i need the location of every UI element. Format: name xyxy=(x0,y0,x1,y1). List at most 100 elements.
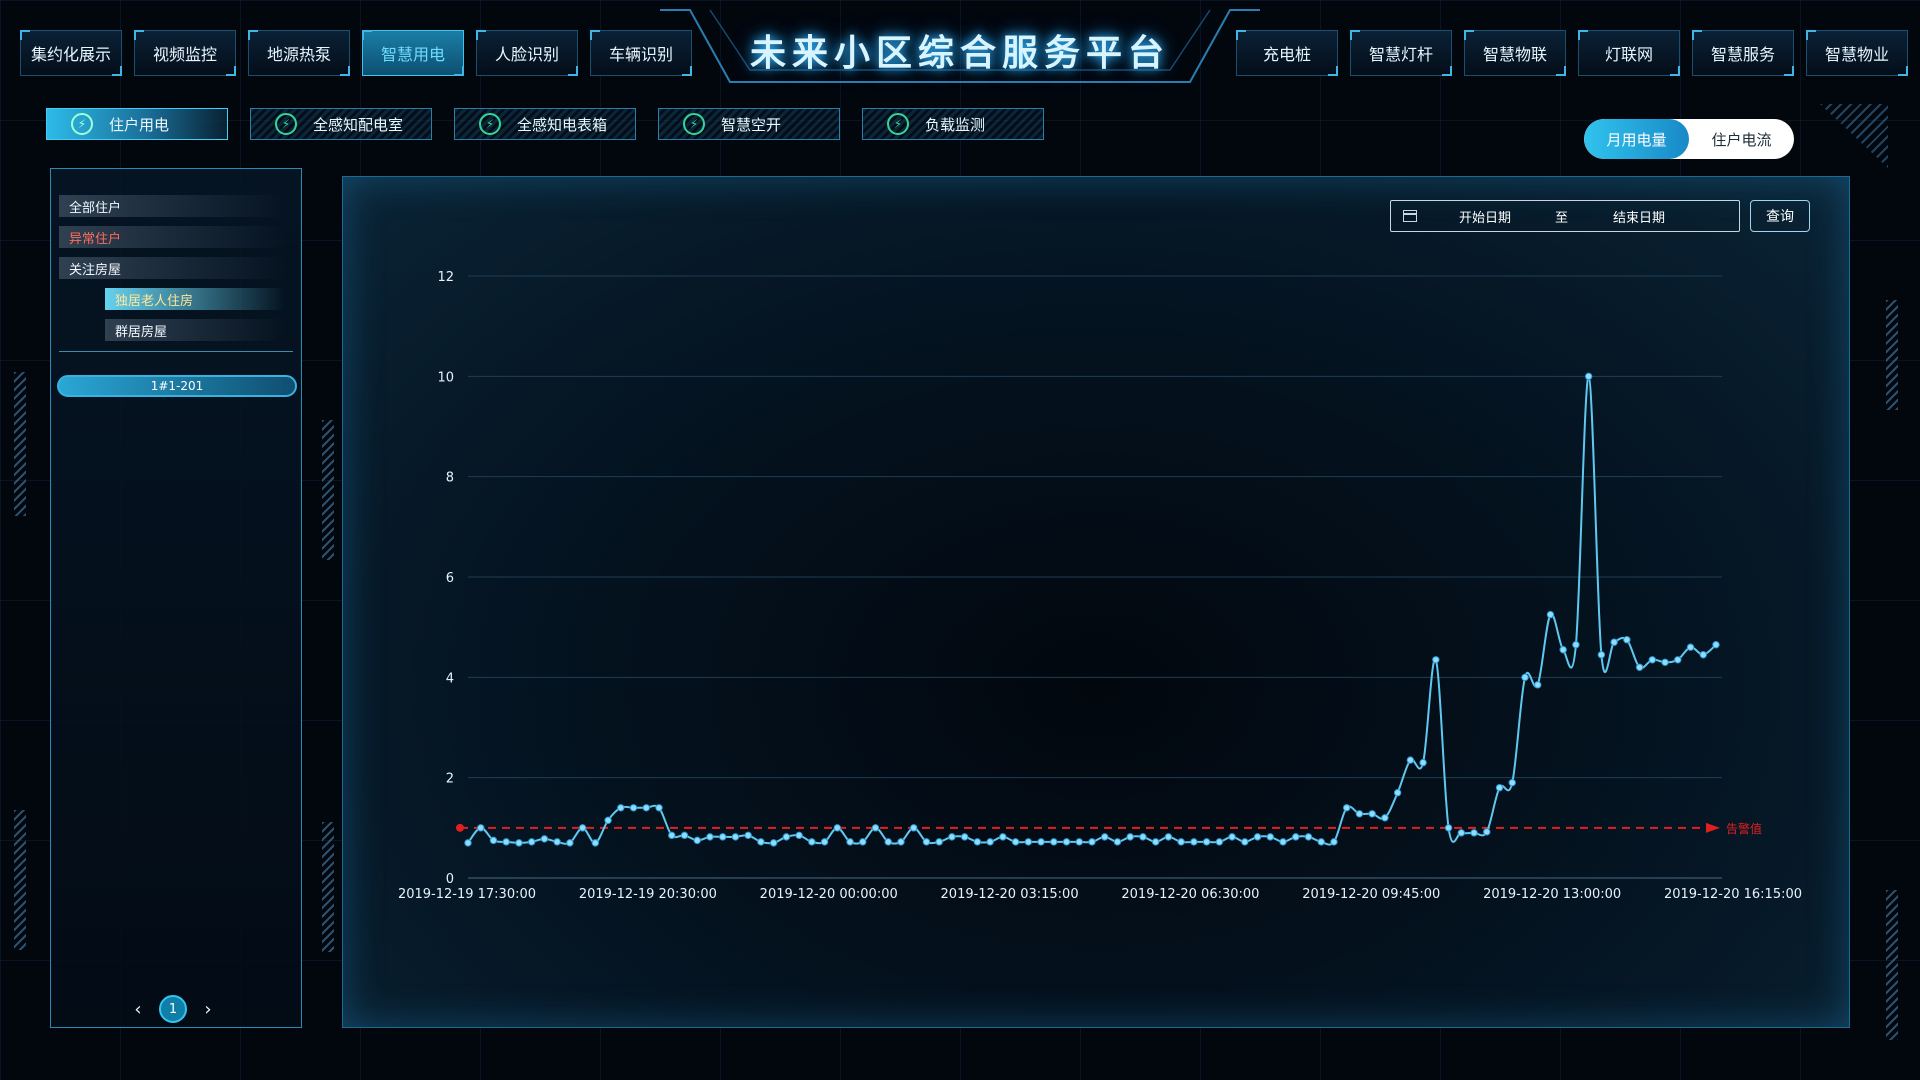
data-point[interactable] xyxy=(718,833,727,841)
data-point[interactable] xyxy=(1062,838,1071,846)
data-point[interactable] xyxy=(1432,656,1440,664)
data-point[interactable] xyxy=(1368,810,1376,818)
data-point[interactable] xyxy=(960,833,969,841)
data-point[interactable] xyxy=(1241,838,1249,846)
data-point[interactable] xyxy=(1342,804,1351,812)
date-range-picker[interactable]: 开始日期 至 结束日期 xyxy=(1390,200,1740,232)
data-point[interactable] xyxy=(922,838,931,846)
data-point[interactable] xyxy=(527,838,536,846)
data-point[interactable] xyxy=(808,838,816,846)
end-date-input[interactable]: 结束日期 xyxy=(1613,207,1665,226)
data-point[interactable] xyxy=(591,839,600,847)
data-point[interactable] xyxy=(515,839,523,847)
data-point[interactable] xyxy=(1483,828,1491,836)
data-point[interactable] xyxy=(973,838,982,846)
data-point[interactable] xyxy=(566,839,574,847)
data-point[interactable] xyxy=(1113,838,1122,846)
data-point[interactable] xyxy=(744,831,752,840)
data-point[interactable] xyxy=(668,831,676,840)
data-point[interactable] xyxy=(910,824,918,832)
data-point[interactable] xyxy=(540,835,549,843)
data-point[interactable] xyxy=(884,838,892,846)
data-point[interactable] xyxy=(935,838,943,846)
data-point[interactable] xyxy=(1228,833,1236,841)
data-point[interactable] xyxy=(1444,824,1453,832)
data-point[interactable] xyxy=(1101,833,1109,841)
data-point[interactable] xyxy=(1508,778,1516,787)
data-point[interactable] xyxy=(1546,610,1555,619)
data-point[interactable] xyxy=(502,838,510,846)
data-point[interactable] xyxy=(1317,838,1325,846)
data-point[interactable] xyxy=(757,838,765,846)
data-point[interactable] xyxy=(1381,814,1389,822)
data-point[interactable] xyxy=(731,833,740,841)
data-point[interactable] xyxy=(859,838,867,846)
data-point[interactable] xyxy=(1190,838,1198,846)
data-point[interactable] xyxy=(1521,673,1529,682)
data-point[interactable] xyxy=(769,839,778,847)
data-point[interactable] xyxy=(706,833,714,841)
data-point[interactable] xyxy=(1330,838,1338,846)
data-point[interactable] xyxy=(1037,838,1045,846)
data-point[interactable] xyxy=(1457,829,1466,837)
data-point[interactable] xyxy=(1559,646,1567,654)
data-point[interactable] xyxy=(1470,829,1478,837)
data-point[interactable] xyxy=(1610,638,1618,646)
data-point[interactable] xyxy=(1584,372,1593,381)
data-point[interactable] xyxy=(1126,833,1134,841)
data-point[interactable] xyxy=(1572,641,1580,649)
data-point[interactable] xyxy=(1292,833,1300,841)
data-point[interactable] xyxy=(617,804,625,812)
data-point[interactable] xyxy=(1597,651,1606,659)
data-point[interactable] xyxy=(1393,789,1402,797)
data-point[interactable] xyxy=(1686,643,1695,651)
data-point[interactable] xyxy=(1139,833,1147,841)
data-point[interactable] xyxy=(1177,838,1185,846)
data-point[interactable] xyxy=(1050,838,1058,846)
data-point[interactable] xyxy=(1419,758,1427,767)
data-point[interactable] xyxy=(693,836,701,845)
data-point[interactable] xyxy=(846,838,854,846)
data-point[interactable] xyxy=(833,824,842,832)
data-point[interactable] xyxy=(1674,656,1682,664)
data-point[interactable] xyxy=(999,833,1007,841)
data-point[interactable] xyxy=(1635,663,1644,671)
data-point[interactable] xyxy=(1151,838,1160,846)
data-point[interactable] xyxy=(1699,651,1707,659)
data-point[interactable] xyxy=(1075,838,1083,846)
data-point[interactable] xyxy=(1495,784,1504,792)
data-point[interactable] xyxy=(477,824,485,832)
query-button[interactable]: 查询 xyxy=(1750,200,1810,232)
data-point[interactable] xyxy=(464,839,472,847)
data-point[interactable] xyxy=(820,838,829,846)
data-point[interactable] xyxy=(1011,838,1020,846)
data-point[interactable] xyxy=(1648,656,1657,664)
data-point[interactable] xyxy=(1406,756,1415,764)
data-point[interactable] xyxy=(553,838,561,846)
data-point[interactable] xyxy=(1355,810,1364,818)
data-point[interactable] xyxy=(629,804,638,812)
data-point[interactable] xyxy=(642,804,650,812)
data-point[interactable] xyxy=(871,824,880,832)
data-point[interactable] xyxy=(986,838,994,846)
start-date-input[interactable]: 开始日期 xyxy=(1459,207,1511,226)
data-point[interactable] xyxy=(1279,838,1287,846)
data-point[interactable] xyxy=(782,833,791,841)
data-point[interactable] xyxy=(1304,833,1313,841)
data-point[interactable] xyxy=(578,824,587,832)
data-point[interactable] xyxy=(1024,838,1033,846)
data-point[interactable] xyxy=(489,836,498,845)
data-point[interactable] xyxy=(1253,833,1262,841)
data-point[interactable] xyxy=(604,816,612,825)
data-point[interactable] xyxy=(795,831,803,840)
data-point[interactable] xyxy=(1712,641,1720,649)
data-point[interactable] xyxy=(1534,681,1542,689)
data-point[interactable] xyxy=(1661,658,1669,666)
data-point[interactable] xyxy=(1266,833,1274,841)
data-point[interactable] xyxy=(1202,838,1211,846)
data-point[interactable] xyxy=(897,838,905,846)
data-point[interactable] xyxy=(948,833,956,841)
data-point[interactable] xyxy=(1215,838,1224,846)
data-point[interactable] xyxy=(1088,838,1096,846)
data-point[interactable] xyxy=(680,831,689,840)
